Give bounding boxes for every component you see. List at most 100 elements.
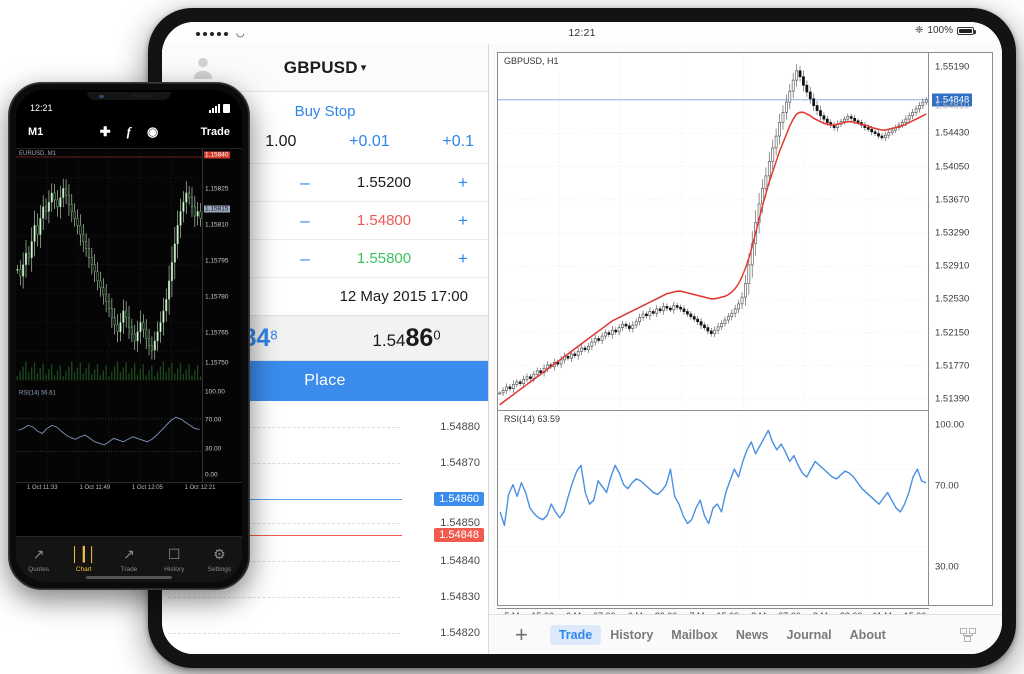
chart-frame[interactable]: GBPUSD, H1 RSI(14) 63.59 1.55190 1.54848 1… [497, 52, 993, 633]
volume-plus-large[interactable]: +0.1 [442, 133, 474, 151]
tab-label: Trade [120, 566, 138, 573]
indicator-f-icon[interactable]: f [127, 124, 131, 140]
chart-price-scale[interactable]: 1.55190 1.54848 1.54810 1.54430 1.54050 1.536… [928, 53, 992, 633]
phone-notch [87, 92, 171, 100]
stop-loss-value[interactable]: 1.54800 [318, 212, 450, 229]
chart-candles-icon: │┃│ [70, 546, 97, 562]
take-profit-value[interactable]: 1.55800 [318, 250, 450, 267]
symbol-title[interactable]: GBPUSD [284, 58, 358, 78]
price-scale-tick: 1.53290 [935, 227, 970, 239]
tablet-bottom-toolbar: + Trade History Mailbox News Journal Abo… [489, 614, 1002, 654]
phone-status-right [209, 104, 230, 113]
rsi-line-svg [498, 411, 928, 605]
price-scale-tick: 1.54430 [935, 127, 970, 139]
phone-price-scale-tick: 1.15815 [204, 205, 230, 213]
tab-label: History [164, 566, 185, 573]
chevron-down-icon[interactable]: ▾ [361, 61, 367, 74]
tab-label: Chart [75, 566, 92, 573]
battery-icon [957, 26, 976, 35]
ask-big: 86 [405, 323, 434, 352]
volume-plus-small[interactable]: +0.01 [349, 133, 389, 151]
phone-price-scale-tick: 1.15840 [204, 151, 230, 159]
rsi-scale-tick: 70.00 [935, 480, 959, 492]
price-value[interactable]: 1.55200 [318, 174, 450, 191]
price-scale-tick: 1.52150 [935, 327, 970, 339]
mini-chart-price-scale: 1.54880 1.54870 1.54860 1.54850 1.54848 … [402, 401, 488, 654]
battery-icon [223, 104, 230, 113]
take-profit-minus-button[interactable]: – [292, 249, 318, 269]
phone-rsi-scale-tick: 70.00 [205, 416, 222, 424]
split-view-icon[interactable] [960, 628, 976, 642]
take-profit-plus-button[interactable]: + [450, 249, 476, 269]
tab-mailbox[interactable]: Mailbox [662, 625, 727, 645]
price-scale-tick: 1.51770 [935, 360, 970, 372]
phone-price-scale-tick: 1.15795 [205, 257, 229, 265]
price-scale-tick: 1.54050 [935, 161, 970, 173]
status-right-cluster: ❈ 100% [915, 25, 976, 36]
gear-icon: ⚙ [213, 546, 226, 562]
volume-value[interactable]: 1.00 [265, 133, 296, 151]
price-scale-tick: 1.51390 [935, 393, 970, 405]
account-avatar-icon[interactable] [190, 55, 216, 81]
phone-screen: 12:21 M1 ✚ f ◉ Trade EURUSD, M1 RSI(14) … [16, 90, 242, 582]
tablet-status-bar: ◡ 12:21 ❈ 100% [162, 22, 1002, 44]
mini-scale-tick: 1.54870 [440, 457, 480, 469]
phone-chart[interactable]: EURUSD, M1 RSI(14) 56.61 1.15840 1.15825 1… [16, 148, 242, 482]
chart-rsi-label: RSI(14) 63.59 [502, 414, 563, 424]
ask-sup: 0 [433, 327, 441, 343]
tab-label: Quotes [28, 566, 50, 573]
sidebar-item-history[interactable]: ☐ History [152, 546, 197, 573]
phone-device: 12:21 M1 ✚ f ◉ Trade EURUSD, M1 RSI(14) … [8, 82, 250, 590]
crosshair-icon[interactable]: ✚ [100, 124, 111, 140]
mini-scale-badge-blue: 1.54860 [434, 492, 484, 506]
svg-text:RSI(14) 56.61: RSI(14) 56.61 [19, 390, 57, 396]
tab-trade[interactable]: Trade [549, 624, 602, 645]
objects-icon[interactable]: ◉ [147, 124, 158, 140]
price-scale-tick: 1.54810 [935, 100, 970, 112]
phone-toolbar-icons: ✚ f ◉ [100, 124, 159, 140]
phone-price-scale-tick: 1.15810 [205, 221, 229, 229]
sidebar-item-settings[interactable]: ⚙ Settings [197, 546, 242, 573]
tablet-screen: ◡ 12:21 ❈ 100% GBPUSD ▾ Buy Stop 1.00 +0… [162, 22, 1002, 654]
tablet-device: ◡ 12:21 ❈ 100% GBPUSD ▾ Buy Stop 1.00 +0… [148, 8, 1016, 668]
rsi-pane[interactable]: RSI(14) 63.59 [498, 410, 928, 605]
phone-price-candles-svg: RSI(14) 56.61 [16, 149, 202, 482]
tab-about[interactable]: About [841, 625, 895, 645]
price-plus-button[interactable]: + [450, 173, 476, 193]
status-time: 12:21 [568, 27, 596, 39]
plus-icon[interactable]: + [515, 622, 528, 648]
sidebar-item-quotes[interactable]: ↗ Quotes [16, 546, 61, 573]
phone-time-axis: 1 Oct 11:33 1 Oct 11:49 1 Oct 12:05 1 Oct 1… [16, 482, 242, 496]
mini-scale-tick: 1.54880 [440, 421, 480, 433]
home-indicator [86, 576, 172, 579]
phone-price-scale-tick: 1.15825 [205, 185, 229, 193]
tab-history[interactable]: History [601, 625, 662, 645]
phone-price-scale-tick: 1.15780 [205, 293, 229, 301]
quotes-icon: ↗ [32, 546, 45, 562]
phone-chart-plot[interactable]: EURUSD, M1 RSI(14) 56.61 [16, 149, 202, 482]
phone-time-axis-label: 1 Oct 11:49 [79, 485, 111, 491]
phone-tab-bar: ↗ Quotes │┃│ Chart ↗ Trade ☐ History ⚙ S… [16, 536, 242, 582]
phone-trade-button[interactable]: Trade [201, 126, 230, 138]
sidebar-item-trade[interactable]: ↗ Trade [106, 546, 151, 573]
price-pane[interactable]: GBPUSD, H1 [498, 53, 928, 409]
tab-journal[interactable]: Journal [778, 625, 841, 645]
bid-sup: 8 [270, 327, 278, 343]
stop-loss-minus-button[interactable]: – [292, 211, 318, 231]
rsi-scale-tick: 100.00 [935, 419, 965, 431]
phone-rsi-scale-tick: 30.00 [205, 445, 222, 453]
chart-plot[interactable]: GBPUSD, H1 RSI(14) 63.59 [498, 53, 928, 605]
tablet-body: GBPUSD ▾ Buy Stop -0.01 1.00 +0.01 +0.1 … [162, 44, 1002, 654]
price-candles-svg [498, 53, 928, 409]
phone-rsi-scale-tick: 100.00 [205, 388, 225, 396]
ask-quote[interactable]: 1.54860 [325, 324, 488, 353]
phone-chart-toolbar: M1 ✚ f ◉ Trade [16, 116, 242, 148]
price-minus-button[interactable]: – [292, 173, 318, 193]
stop-loss-plus-button[interactable]: + [450, 211, 476, 231]
phone-price-scale[interactable]: 1.15840 1.15825 1.15815 1.15810 1.15795 1.157… [202, 149, 242, 482]
tab-news[interactable]: News [727, 625, 778, 645]
price-scale-tick: 1.55190 [935, 61, 970, 73]
timeframe-button[interactable]: M1 [28, 126, 43, 138]
expiration-value[interactable]: 12 May 2015 17:00 [292, 288, 476, 305]
sidebar-item-chart[interactable]: │┃│ Chart [61, 546, 106, 573]
